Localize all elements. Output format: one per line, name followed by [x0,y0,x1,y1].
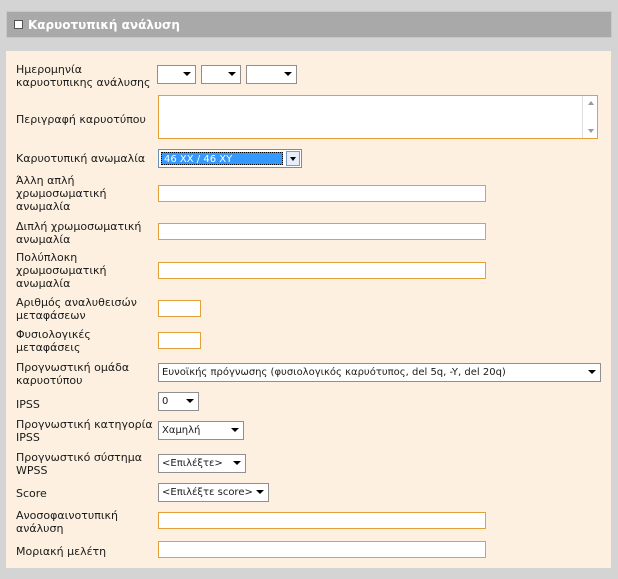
section-checkbox[interactable] [14,20,23,29]
wpss-select[interactable]: <Επιλέξτε> [158,454,246,473]
analyzed-metaphases-label: Αριθμός αναλυθεισών μεταφάσεων [16,296,137,322]
karyo-anomaly-dropdown-button[interactable] [286,151,300,166]
form-panel: Ημερομηνία καρυοτυπικης ανάλυσης Περιγρα… [6,51,611,568]
chevron-down-icon [290,157,296,161]
complex-anomaly-input[interactable] [158,262,486,279]
chevron-down-icon [231,428,239,432]
immuno-input[interactable] [158,512,486,529]
analyzed-metaphases-input[interactable] [158,300,201,317]
section-header[interactable]: Καρυοτυπική ανάλυση [6,11,612,38]
score-select[interactable]: <Επιλέξτε score> [158,483,269,502]
double-anomaly-input[interactable] [158,223,486,240]
chevron-down-icon [588,370,596,374]
simple-anomaly-input[interactable] [158,185,486,202]
ipss-select[interactable]: 0 [158,392,199,411]
section-title: Καρυοτυπική ανάλυση [28,18,180,32]
ipss-label: IPSS [16,398,40,411]
description-textarea[interactable] [158,95,598,139]
normal-metaphases-input[interactable] [158,332,201,349]
ipss-category-select[interactable]: Χαμηλή [158,421,244,440]
molecular-input[interactable] [158,541,486,558]
chevron-down-icon [256,490,264,494]
scroll-down-icon[interactable] [588,129,594,133]
prognostic-group-label: Προγνωστική ομάδα καρυοτύπου [16,361,130,387]
chevron-down-icon [186,399,194,403]
scroll-up-icon[interactable] [588,101,594,105]
score-label: Score [16,487,47,500]
ipss-category-label: Προγνωστική κατηγορία IPSS [16,418,153,444]
description-label: Περιγραφή καρυοτύπου [16,113,146,126]
chevron-down-icon [233,461,241,465]
karyo-anomaly-select[interactable]: 46 XX / 46 XY [158,149,302,168]
wpss-label: Προγνωστικό σύστημα WPSS [16,451,143,477]
complex-anomaly-label: Πολύπλοκη χρωμοσωματική ανωμαλία [16,251,107,290]
prognostic-group-select[interactable]: Ευνοϊκής πρόγνωσης (φυσιολογικός καρυότυ… [158,363,601,382]
karyo-anomaly-label: Καρυοτυπική ανωμαλία [16,152,146,165]
molecular-label: Μοριακή μελέτη [16,545,107,558]
double-anomaly-label: Διπλή χρωμοσωματική ανωμαλία [16,220,142,246]
chevron-down-icon [183,72,191,76]
immuno-label: Ανοσοφαινοτυπική ανάλυση [16,509,118,535]
normal-metaphases-label: Φυσιολογικές μεταφάσεις [16,328,91,354]
month-select[interactable] [201,65,241,84]
chevron-down-icon [228,72,236,76]
date-label: Ημερομηνία καρυοτυπικης ανάλυσης [16,63,151,89]
year-select[interactable] [246,65,297,84]
simple-anomaly-label: Άλλη απλή χρωμοσωματική ανωμαλία [16,174,107,213]
karyo-anomaly-value: 46 XX / 46 XY [161,152,283,165]
day-select[interactable] [157,65,196,84]
chevron-down-icon [284,72,292,76]
